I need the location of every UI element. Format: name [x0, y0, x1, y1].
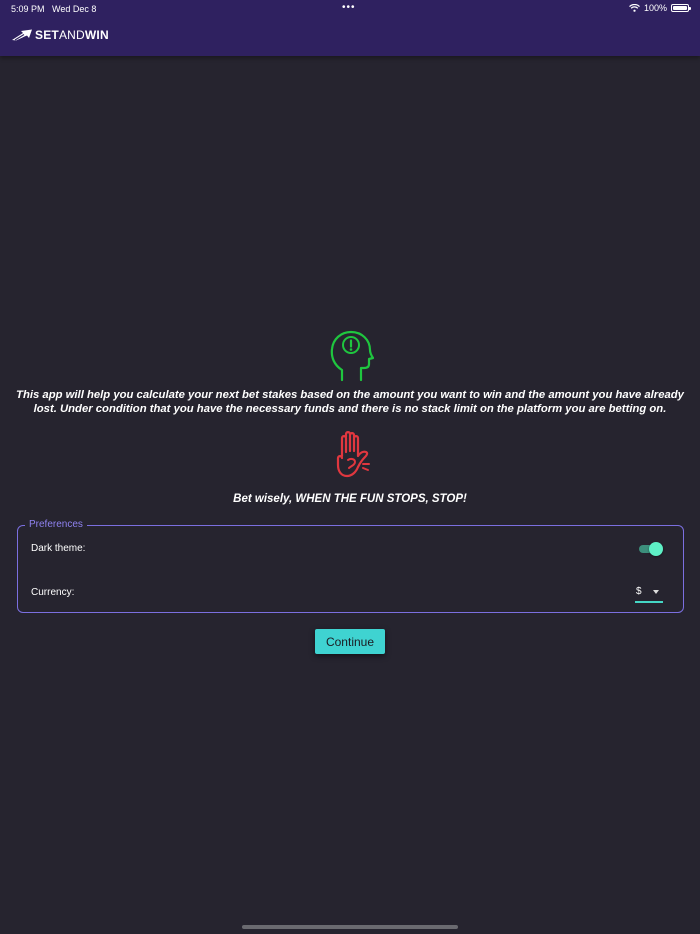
app-logo: SETANDWIN [11, 28, 109, 42]
stop-hand-icon [336, 431, 370, 478]
home-indicator[interactable] [242, 925, 458, 929]
arrow-logo-icon [12, 29, 32, 41]
currency-select[interactable]: $ [635, 584, 663, 603]
status-date: Wed Dec 8 [52, 4, 97, 14]
continue-button[interactable]: Continue [315, 629, 385, 654]
wifi-icon [629, 4, 640, 12]
status-bar: 5:09 PM Wed Dec 8 ••• 100% [0, 0, 700, 18]
status-indicators: 100% [629, 3, 691, 13]
multitasking-dots[interactable]: ••• [342, 3, 356, 13]
intro-text: This app will help you calculate your ne… [16, 389, 684, 415]
battery-icon [671, 4, 691, 12]
currency-value: $ [636, 586, 642, 597]
warning-text: Bet wisely, WHEN THE FUN STOPS, STOP! [233, 493, 467, 505]
toggle-thumb [649, 542, 663, 556]
dropdown-arrow-icon [653, 590, 659, 594]
logo-text: SETANDWIN [35, 28, 109, 42]
battery-percent: 100% [643, 3, 667, 13]
preferences-legend: Preferences [25, 519, 87, 530]
currency-label: Currency: [31, 587, 75, 598]
dark-theme-toggle[interactable] [638, 542, 664, 556]
status-time: 5:09 PM [11, 4, 45, 14]
app-header: 5:09 PM Wed Dec 8 ••• 100% SETANDWIN [0, 0, 700, 56]
dark-theme-label: Dark theme: [31, 543, 86, 554]
preferences-panel: Preferences Dark theme: Currency: $ [17, 519, 684, 613]
head-exclamation-icon [330, 330, 374, 382]
